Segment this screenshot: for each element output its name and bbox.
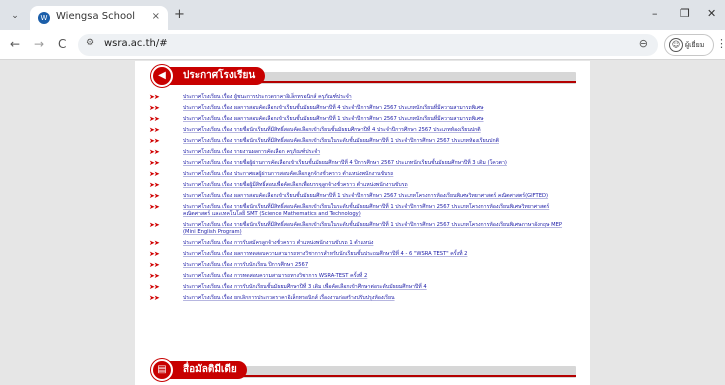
- announcement-list: ➤➤ ประกาศโรงเรียน เรื่อง ผู้ชนะการประกวดร…: [149, 94, 574, 306]
- double-arrow-icon: ➤➤: [149, 170, 160, 178]
- browser-tab-strip: ⌄ W Wiengsa School × + – ❐ ✕: [0, 0, 725, 30]
- announcement-item[interactable]: ➤➤ ประกาศโรงเรียน เรื่อง รายชื่อผู้ผ่านกา…: [149, 160, 574, 167]
- forward-button[interactable]: →: [34, 38, 44, 50]
- double-arrow-icon: ➤➤: [149, 261, 160, 269]
- double-arrow-icon: ➤➤: [149, 148, 160, 156]
- zoom-icon[interactable]: ⊖: [639, 37, 648, 50]
- media-header: สื่อมัลติมีเดีย ▤: [149, 359, 576, 383]
- double-arrow-icon: ➤➤: [149, 159, 160, 167]
- announcement-link[interactable]: ประกาศโรงเรียน เรื่อง ผลการสอบคัดเลือกเข…: [183, 193, 548, 199]
- announcement-link[interactable]: ประกาศโรงเรียน เรื่อง รายชื่อผู้ผ่านการค…: [183, 160, 507, 166]
- announcement-item[interactable]: ➤➤ ประกาศโรงเรียน เรื่อง รายชื่อนักเรียนท…: [149, 222, 574, 236]
- browser-toolbar: ← → C ⚙ wsra.ac.th/# ⊖ ☺ ผู้เยี่ยม ⋮: [0, 30, 725, 60]
- announcement-item[interactable]: ➤➤ ประกาศโรงเรียน เรื่อง การรับนักเรียนชั…: [149, 284, 574, 291]
- media-title: สื่อมัลติมีเดีย: [163, 361, 247, 379]
- double-arrow-icon: ➤➤: [149, 294, 160, 302]
- announcement-link[interactable]: ประกาศโรงเรียน เรื่อง ยกเลิกการประกวดราค…: [183, 295, 395, 301]
- url-text[interactable]: wsra.ac.th/#: [104, 38, 168, 49]
- minimize-button[interactable]: –: [652, 8, 658, 20]
- double-arrow-icon: ➤➤: [149, 192, 160, 200]
- double-arrow-icon: ➤➤: [149, 115, 160, 123]
- announcement-item[interactable]: ➤➤ ประกาศโรงเรียน เรื่อง รายชื่อผู้มีสิทธ…: [149, 182, 574, 189]
- school-favicon-icon: W: [38, 12, 50, 24]
- tab-close-icon[interactable]: ×: [152, 11, 160, 22]
- announcement-link[interactable]: ประกาศโรงเรียน เรื่อง การทดสอบความสามารถ…: [183, 273, 367, 279]
- announcement-link[interactable]: ประกาศโรงเรียน เรื่อง การรับนักเรียนชั้น…: [183, 284, 427, 290]
- double-arrow-icon: ➤➤: [149, 126, 160, 134]
- tab-search-chevron-icon[interactable]: ⌄: [8, 9, 22, 23]
- profile-name: ผู้เยี่ยม: [685, 41, 705, 49]
- announcement-item[interactable]: ➤➤ ประกาศโรงเรียน เรื่อง การรับสมัครลูกจ้…: [149, 240, 574, 247]
- announcement-link[interactable]: ประกาศโรงเรียน เรื่อง ผลการสอบคัดเลือกเข…: [183, 105, 484, 111]
- profile-button[interactable]: ☺ ผู้เยี่ยม: [664, 34, 714, 56]
- double-arrow-icon: ➤➤: [149, 239, 160, 247]
- announcement-link[interactable]: ประกาศโรงเรียน เรื่อง ผู้ชนะการประกวดราค…: [183, 94, 352, 100]
- double-arrow-icon: ➤➤: [149, 203, 160, 211]
- announcement-link[interactable]: ประกาศโรงเรียน เรื่อง รายงานผลการคัดเลือ…: [183, 149, 320, 155]
- double-arrow-icon: ➤➤: [149, 250, 160, 258]
- announcement-link[interactable]: ประกาศโรงเรียน เรื่อง รายชื่อนักเรียนที่…: [183, 204, 549, 217]
- double-arrow-icon: ➤➤: [149, 272, 160, 280]
- browser-tab[interactable]: W Wiengsa School ×: [30, 6, 168, 30]
- double-arrow-icon: ➤➤: [149, 104, 160, 112]
- page-viewport: ประกาศโรงเรียน ◀ ➤➤ ประกาศโรงเรียน เรื่อง…: [0, 61, 725, 385]
- announcement-link[interactable]: ประกาศโรงเรียน เรื่อง รายชื่อนักเรียนที่…: [183, 222, 562, 235]
- announcement-item[interactable]: ➤➤ ประกาศโรงเรียน เรื่อง ประกาศผลผู้ผ่านก…: [149, 171, 574, 178]
- announcement-link[interactable]: ประกาศโรงเรียน เรื่อง การรับนักเรียน ปีก…: [183, 262, 308, 268]
- announcement-link[interactable]: ประกาศโรงเรียน เรื่อง ผลการทดสอบความสามา…: [183, 251, 467, 257]
- announcement-link[interactable]: ประกาศโรงเรียน เรื่อง ประกาศผลผู้ผ่านการ…: [183, 171, 393, 177]
- announcement-link[interactable]: ประกาศโรงเรียน เรื่อง รายชื่อนักเรียนที่…: [183, 127, 481, 133]
- announcement-item[interactable]: ➤➤ ประกาศโรงเรียน เรื่อง รายงานผลการคัดเล…: [149, 149, 574, 156]
- double-arrow-icon: ➤➤: [149, 221, 160, 229]
- announcement-item[interactable]: ➤➤ ประกาศโรงเรียน เรื่อง ยกเลิกการประกวดร…: [149, 295, 574, 302]
- announcement-item[interactable]: ➤➤ ประกาศโรงเรียน เรื่อง ผลการทดสอบความสา…: [149, 251, 574, 258]
- announcement-item[interactable]: ➤➤ ประกาศโรงเรียน เรื่อง รายชื่อนักเรียนท…: [149, 127, 574, 134]
- announcements-header: ประกาศโรงเรียน ◀: [149, 65, 576, 89]
- announcement-item[interactable]: ➤➤ ประกาศโรงเรียน เรื่อง การทดสอบความสามา…: [149, 273, 574, 280]
- announcement-link[interactable]: ประกาศโรงเรียน เรื่อง ผลการสอบคัดเลือกเข…: [183, 116, 484, 122]
- announcements-title: ประกาศโรงเรียน: [163, 67, 266, 85]
- address-bar[interactable]: ⚙ wsra.ac.th/# ⊖: [78, 34, 658, 56]
- megaphone-icon: ◀: [151, 65, 173, 87]
- announcement-link[interactable]: ประกาศโรงเรียน เรื่อง รายชื่อผู้มีสิทธิ์…: [183, 182, 408, 188]
- film-icon: ▤: [151, 359, 173, 381]
- back-button[interactable]: ←: [10, 38, 20, 50]
- reload-button[interactable]: C: [58, 38, 66, 50]
- tab-title: Wiengsa School: [56, 11, 135, 22]
- announcement-link[interactable]: ประกาศโรงเรียน เรื่อง รายชื่อนักเรียนที่…: [183, 138, 499, 144]
- announcement-item[interactable]: ➤➤ ประกาศโรงเรียน เรื่อง รายชื่อนักเรียนท…: [149, 138, 574, 145]
- page-content: ประกาศโรงเรียน ◀ ➤➤ ประกาศโรงเรียน เรื่อง…: [135, 61, 590, 385]
- close-window-button[interactable]: ✕: [707, 8, 716, 20]
- restore-button[interactable]: ❐: [680, 8, 690, 20]
- double-arrow-icon: ➤➤: [149, 181, 160, 189]
- profile-avatar-icon: ☺: [669, 38, 683, 52]
- announcement-item[interactable]: ➤➤ ประกาศโรงเรียน เรื่อง ผลการสอบคัดเลือก…: [149, 116, 574, 123]
- browser-menu-icon[interactable]: ⋮: [716, 38, 725, 50]
- announcement-item[interactable]: ➤➤ ประกาศโรงเรียน เรื่อง ผลการสอบคัดเลือก…: [149, 105, 574, 112]
- double-arrow-icon: ➤➤: [149, 137, 160, 145]
- new-tab-button[interactable]: +: [174, 8, 185, 21]
- announcement-item[interactable]: ➤➤ ประกาศโรงเรียน เรื่อง ผู้ชนะการประกวดร…: [149, 94, 574, 101]
- double-arrow-icon: ➤➤: [149, 283, 160, 291]
- announcement-item[interactable]: ➤➤ ประกาศโรงเรียน เรื่อง การรับนักเรียน ป…: [149, 262, 574, 269]
- announcement-link[interactable]: ประกาศโรงเรียน เรื่อง การรับสมัครลูกจ้าง…: [183, 240, 373, 246]
- site-info-icon[interactable]: ⚙: [86, 38, 94, 48]
- double-arrow-icon: ➤➤: [149, 93, 160, 101]
- announcement-item[interactable]: ➤➤ ประกาศโรงเรียน เรื่อง ผลการสอบคัดเลือก…: [149, 193, 574, 200]
- announcement-item[interactable]: ➤➤ ประกาศโรงเรียน เรื่อง รายชื่อนักเรียนท…: [149, 204, 574, 218]
